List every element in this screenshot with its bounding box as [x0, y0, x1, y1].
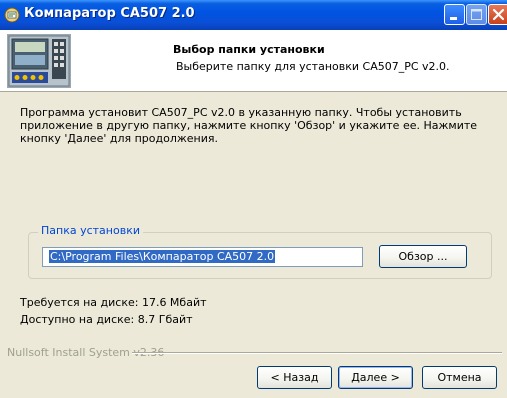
close-icon [492, 8, 505, 21]
install-path-input[interactable]: C:\Program Files\Компаратор CA507 2.0 [42, 247, 363, 267]
browse-button[interactable]: Обзор ... [379, 245, 467, 268]
title-bar[interactable]: Компаратор CA507 2.0 [0, 0, 507, 30]
maximize-icon [471, 9, 482, 20]
back-button[interactable]: < Назад [257, 366, 332, 389]
close-button[interactable] [488, 4, 507, 25]
device-image [7, 34, 71, 88]
installer-icon [4, 7, 20, 23]
description-text: Программа установит CA507_PC v2.0 в указ… [20, 106, 478, 145]
space-required-text: Требуется на диске: 17.6 Мбайт [20, 296, 207, 309]
installer-window: Компаратор CA507 2.0 Выбор папки установ… [0, 0, 507, 398]
minimize-icon [450, 17, 457, 20]
space-available-text: Доступно на диске: 8.7 Гбайт [20, 313, 193, 326]
footer-divider [132, 352, 502, 354]
install-path-value: C:\Program Files\Компаратор CA507 2.0 [49, 250, 276, 263]
minimize-button[interactable] [444, 4, 465, 25]
maximize-button [466, 4, 487, 25]
header-title: Выбор папки установки [173, 43, 325, 56]
next-button[interactable]: Далее > [338, 366, 413, 389]
window-title: Компаратор CA507 2.0 [24, 6, 195, 21]
install-folder-group-label: Папка установки [38, 224, 143, 237]
wizard-header: Выбор папки установки Выберите папку для… [0, 30, 507, 92]
cancel-button[interactable]: Отмена [422, 366, 497, 389]
header-subtitle: Выберите папку для установки CA507_PC v2… [176, 60, 450, 73]
